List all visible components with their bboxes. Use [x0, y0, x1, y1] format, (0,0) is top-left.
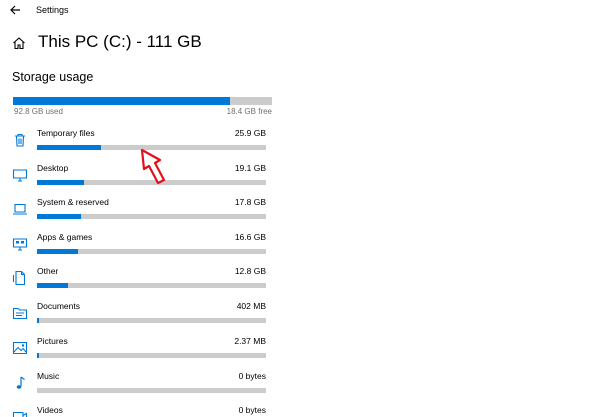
category-usage-bar	[37, 214, 266, 219]
category-usage-fill	[37, 249, 78, 254]
picture-icon	[12, 340, 28, 356]
category-name: Other	[37, 266, 59, 276]
category-size: 25.9 GB	[234, 128, 266, 138]
back-arrow-icon[interactable]	[8, 3, 22, 17]
category-name: Documents	[37, 301, 80, 311]
category-pictures[interactable]: Pictures 2.37 MB	[0, 336, 300, 366]
monitor-icon	[12, 167, 28, 183]
title-bar: Settings	[0, 0, 600, 20]
overall-usage-fill	[13, 97, 230, 105]
category-size: 402 MB	[236, 301, 266, 311]
document-icon	[12, 270, 28, 286]
music-icon	[12, 375, 28, 391]
category-size: 0 bytes	[238, 371, 266, 381]
category-name: Apps & games	[37, 232, 93, 242]
section-title: Storage usage	[12, 70, 94, 84]
category-size: 17.8 GB	[234, 197, 266, 207]
category-name: Music	[37, 371, 60, 381]
category-size: 2.37 MB	[234, 336, 266, 346]
category-usage-fill	[37, 145, 102, 150]
video-icon	[12, 409, 28, 417]
apps-icon	[12, 236, 28, 252]
folder-icon	[12, 305, 28, 321]
category-usage-fill	[37, 353, 40, 358]
category-size: 19.1 GB	[234, 163, 266, 173]
trash-icon	[12, 132, 28, 148]
category-documents[interactable]: Documents 402 MB	[0, 301, 300, 331]
category-usage-bar	[37, 318, 266, 323]
category-videos[interactable]: Videos 0 bytes	[0, 405, 300, 417]
settings-window: Settings This PC (C:) - 111 GB Storage u…	[0, 0, 600, 417]
window-title: Settings	[36, 5, 69, 15]
category-usage-bar	[37, 249, 266, 254]
home-icon[interactable]	[12, 36, 26, 50]
pointer-arrow-icon	[136, 148, 168, 188]
category-usage-bar	[37, 353, 266, 358]
category-name: Videos	[37, 405, 63, 415]
category-usage-fill	[37, 214, 81, 219]
category-name: Pictures	[37, 336, 68, 346]
category-other[interactable]: Other 12.8 GB	[0, 266, 300, 296]
category-name: Desktop	[37, 163, 69, 173]
category-size: 16.6 GB	[234, 232, 266, 242]
category-usage-fill	[37, 283, 69, 288]
laptop-icon	[12, 201, 28, 217]
category-size: 12.8 GB	[234, 266, 266, 276]
page-title: This PC (C:) - 111 GB	[38, 32, 202, 51]
category-name: Temporary files	[37, 128, 95, 138]
category-music[interactable]: Music 0 bytes	[0, 371, 300, 401]
category-usage-bar	[37, 283, 266, 288]
category-usage-fill	[37, 180, 84, 185]
category-usage-fill	[37, 318, 40, 323]
category-usage-bar	[37, 388, 266, 393]
category-apps-games[interactable]: Apps & games 16.6 GB	[0, 232, 300, 262]
used-label: 92.8 GB used	[14, 107, 63, 116]
page-header: This PC (C:) - 111 GB	[0, 30, 600, 58]
category-system-reserved[interactable]: System & reserved 17.8 GB	[0, 197, 300, 227]
overall-usage-bar	[13, 97, 272, 105]
category-size: 0 bytes	[238, 405, 266, 415]
category-name: System & reserved	[37, 197, 109, 207]
free-label: 18.4 GB free	[226, 107, 272, 116]
